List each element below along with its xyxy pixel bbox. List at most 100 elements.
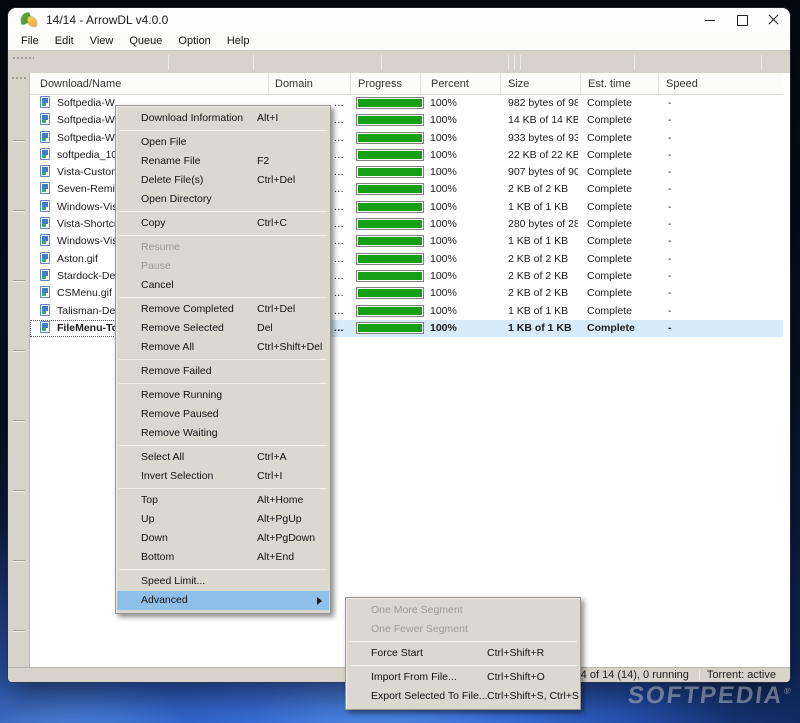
menubar-option[interactable]: Option: [170, 32, 218, 50]
percent-cell: 100%: [428, 268, 500, 285]
context-menu-item-top[interactable]: Top Alt+Home: [117, 491, 329, 510]
esttime-cell: Complete: [582, 216, 658, 233]
window-title: 14/14 - ArrowDL v4.0.0: [46, 13, 168, 27]
context-menu-item-invert-selection[interactable]: Invert SelectionCtrl+I: [117, 467, 329, 486]
column-header-speed[interactable]: Speed: [658, 73, 783, 95]
title-bar[interactable]: 14/14 - ArrowDL v4.0.0: [8, 8, 790, 32]
menubar-edit[interactable]: Edit: [47, 32, 82, 50]
progress-fill: [358, 220, 422, 228]
file-document-icon: [40, 200, 50, 212]
menubar-file[interactable]: File: [13, 32, 47, 50]
progress-cell: [348, 95, 426, 112]
esttime-cell: Complete: [582, 164, 658, 181]
progress-fill: [358, 99, 422, 107]
context-menu-item-remove-waiting[interactable]: Remove Waiting: [117, 424, 329, 443]
menu-item-shortcut: Ctrl+A: [257, 448, 286, 467]
menu-item-shortcut: Ctrl+Del: [257, 171, 295, 190]
speed-cell: -: [660, 199, 770, 216]
toolbar-separator: [514, 55, 515, 70]
speed-cell: -: [660, 320, 770, 337]
column-header-download-name[interactable]: Download/Name: [30, 73, 268, 95]
file-document-icon: [40, 96, 50, 108]
menu-item-label: Pause: [141, 257, 171, 276]
file-name: Windows-Vis: [57, 201, 118, 213]
context-menu-item-advanced[interactable]: Advanced: [117, 591, 329, 610]
progress-bar: [356, 183, 424, 195]
menu-item-label: Remove Selected: [141, 319, 224, 338]
menu-item-shortcut: Ctrl+Del: [257, 300, 295, 319]
progress-fill: [358, 289, 422, 297]
file-document-icon: [40, 252, 50, 264]
context-menu-item-copy[interactable]: CopyCtrl+C: [117, 214, 329, 233]
file-document-icon: [40, 286, 50, 298]
speed-cell: -: [660, 95, 770, 112]
menubar-queue[interactable]: Queue: [121, 32, 170, 50]
column-header-est-time[interactable]: Est. time: [580, 73, 658, 95]
file-name: Aston.gif: [57, 253, 98, 265]
context-menu-item-rename-file[interactable]: Rename FileF2: [117, 152, 329, 171]
menu-item-label: Open File: [141, 133, 187, 152]
submenu-item-one-fewer-segment: One Fewer Segment: [347, 620, 579, 639]
progress-bar: [356, 270, 424, 282]
speed-cell: -: [660, 251, 770, 268]
context-menu-item-open-directory[interactable]: Open Directory: [117, 190, 329, 209]
context-menu-item-delete-file-s[interactable]: Delete File(s)Ctrl+Del: [117, 171, 329, 190]
minimize-icon[interactable]: [694, 8, 726, 32]
context-menu-item-speed-limit[interactable]: Speed Limit...: [117, 572, 329, 591]
progress-fill: [358, 324, 422, 332]
menu-item-label: Down: [141, 529, 168, 548]
context-menu-item-remove-all[interactable]: Remove AllCtrl+Shift+Del: [117, 338, 329, 357]
percent-cell: 100%: [428, 199, 500, 216]
menubar-help[interactable]: Help: [219, 32, 258, 50]
menu-item-label: Top: [141, 491, 158, 510]
status-counts: 14 of 14 (14), 0 running: [575, 669, 689, 681]
file-name: Windows-Vis: [57, 235, 118, 247]
esttime-cell: Complete: [582, 95, 658, 112]
esttime-cell: Complete: [582, 181, 658, 198]
progress-cell: [348, 164, 426, 181]
maximize-icon[interactable]: [726, 8, 758, 32]
size-cell: 907 bytes of 907...: [502, 164, 578, 181]
menu-item-shortcut: Alt+End: [257, 548, 294, 567]
context-menu-item-select-all[interactable]: Select AllCtrl+A: [117, 448, 329, 467]
context-menu-item-remove-paused[interactable]: Remove Paused: [117, 405, 329, 424]
file-document-icon: [40, 217, 50, 229]
menu-separator: [349, 641, 577, 642]
progress-cell: [348, 303, 426, 320]
menu-item-shortcut: Alt+PgDown: [257, 529, 315, 548]
context-menu-item-resume: Resume: [117, 238, 329, 257]
file-document-icon: [40, 131, 50, 143]
status-group: 14 of 14 (14), 0 running Torrent: active: [564, 668, 776, 682]
file-name: Softpedia-W: [57, 114, 115, 126]
submenu-item-import-from-file[interactable]: Import From File...Ctrl+Shift+O: [347, 668, 579, 687]
context-menu-item-bottom[interactable]: Bottom Alt+End: [117, 548, 329, 567]
context-menu-item-down[interactable]: Down Alt+PgDown: [117, 529, 329, 548]
close-icon[interactable]: [758, 8, 790, 32]
context-menu-item-cancel[interactable]: Cancel: [117, 276, 329, 295]
context-menu-item-remove-running[interactable]: Remove Running: [117, 386, 329, 405]
context-menu-item-download-information[interactable]: Download InformationAlt+I: [117, 109, 329, 128]
esttime-cell: Complete: [582, 251, 658, 268]
column-header-size[interactable]: Size: [500, 73, 580, 95]
menu-separator: [119, 235, 327, 236]
menu-item-label: Bottom: [141, 548, 174, 567]
context-menu-item-up[interactable]: UpAlt+PgUp: [117, 510, 329, 529]
column-header-domain[interactable]: Domain: [268, 73, 350, 95]
menu-item-shortcut: F2: [257, 152, 269, 171]
esttime-cell: Complete: [582, 147, 658, 164]
menu-item-shortcut: Alt+Home: [257, 491, 303, 510]
percent-cell: 100%: [428, 285, 500, 302]
context-menu-item-remove-selected[interactable]: Remove SelectedDel: [117, 319, 329, 338]
progress-bar: [356, 132, 424, 144]
column-header-percent[interactable]: Percent: [420, 73, 500, 95]
context-menu-item-remove-completed[interactable]: Remove Completed Ctrl+Del: [117, 300, 329, 319]
file-document-icon: [40, 321, 50, 333]
context-menu-item-remove-failed[interactable]: Remove Failed: [117, 362, 329, 381]
submenu-item-force-start[interactable]: Force StartCtrl+Shift+R: [347, 644, 579, 663]
context-menu-item-open-file[interactable]: Open File: [117, 133, 329, 152]
menu-item-label: Remove Completed: [141, 300, 234, 319]
submenu-item-export-selected-to-file[interactable]: Export Selected To File...Ctrl+Shift+S, …: [347, 687, 579, 706]
column-header-progress[interactable]: Progress: [350, 73, 420, 95]
progress-fill: [358, 134, 422, 142]
menubar-view[interactable]: View: [82, 32, 122, 50]
